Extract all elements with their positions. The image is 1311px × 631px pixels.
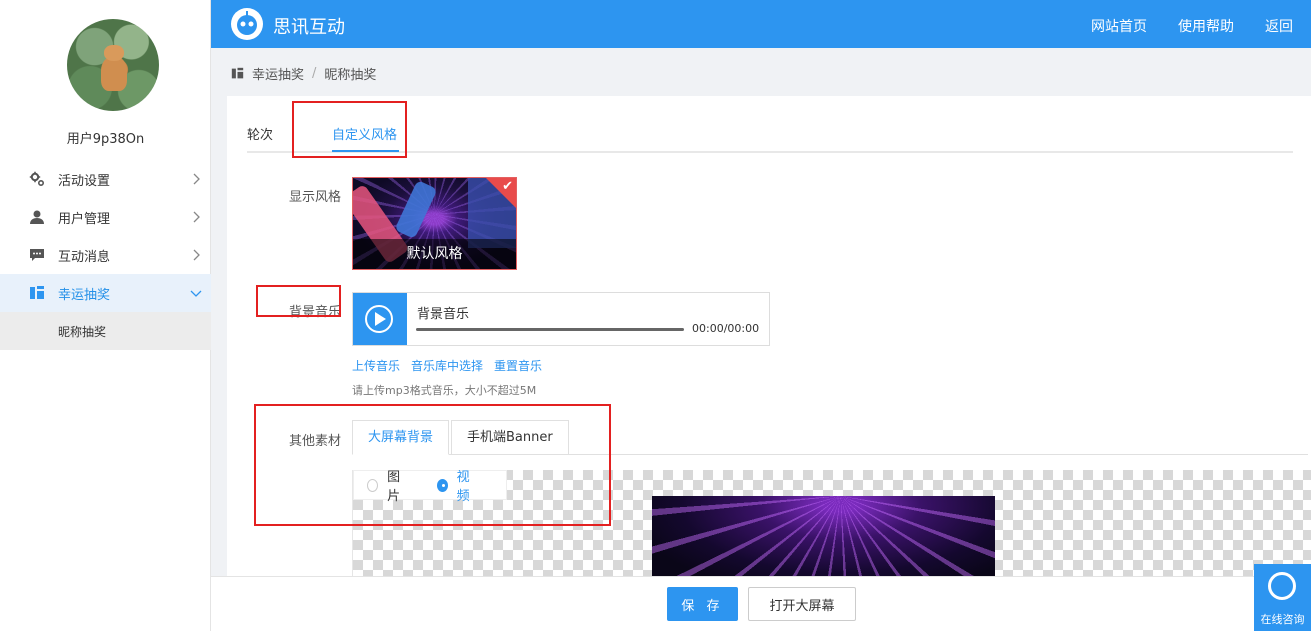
footer-bar: 保 存 打开大屏幕 <box>211 576 1311 631</box>
sidebar-item-label: 用户管理 <box>58 211 111 227</box>
sidebar-item-label: 活动设置 <box>58 173 111 189</box>
radio-unchecked-icon <box>367 478 379 492</box>
breadcrumb-parent[interactable]: 幸运抽奖 <box>252 64 304 83</box>
sidebar-item-activity-settings[interactable]: 活动设置 <box>0 160 211 198</box>
sidebar-item-user-management[interactable]: 用户管理 <box>0 198 211 236</box>
style-caption: 默认风格 <box>353 239 516 269</box>
chevron-right-icon <box>193 249 200 261</box>
play-button[interactable] <box>353 293 407 345</box>
radio-checked-icon <box>436 478 448 492</box>
lottery-icon <box>231 67 244 79</box>
brand-name: 思讯互动 <box>273 17 345 38</box>
music-hint: 请上传mp3格式音乐，大小不超过5M <box>352 384 537 397</box>
message-icon <box>28 246 46 264</box>
chevron-down-icon <box>190 290 202 297</box>
username: 用户9p38On <box>66 132 145 147</box>
breadcrumb: 幸运抽奖 / 昵称抽奖 <box>231 64 376 83</box>
open-big-screen-button[interactable]: 打开大屏幕 <box>748 587 856 621</box>
audio-player: 背景音乐 00:00/00:00 <box>352 292 770 346</box>
chevron-right-icon <box>193 211 200 223</box>
headset-icon <box>1268 572 1296 600</box>
content-card: 轮次 自定义风格 显示风格 ✔ 默认风格 背景音乐 背景音乐 00:00/00:… <box>227 96 1311 580</box>
tab-bar: 轮次 自定义风格 <box>247 96 1293 153</box>
nav-help-link[interactable]: 使用帮助 <box>1178 16 1234 36</box>
tab-rounds[interactable]: 轮次 <box>247 124 273 143</box>
sidebar-item-label: 互动消息 <box>58 249 111 265</box>
save-button[interactable]: 保 存 <box>667 587 738 621</box>
header-nav: 网站首页 使用帮助 返回 <box>1091 16 1293 36</box>
gear-icon <box>28 170 46 188</box>
music-actions: 上传音乐 音乐库中选择 重置音乐 <box>352 357 542 374</box>
music-time: 00:00/00:00 <box>692 322 760 335</box>
avatar[interactable] <box>67 19 159 111</box>
sidebar-menu: 活动设置 用户管理 互动消息 幸运抽奖 昵称抽奖 <box>0 160 211 350</box>
video-preview[interactable] <box>652 496 995 580</box>
user-icon <box>28 208 46 226</box>
chevron-right-icon <box>193 173 200 185</box>
radio-label: 视频 <box>456 470 470 504</box>
reset-music-link[interactable]: 重置音乐 <box>494 357 542 374</box>
music-title: 背景音乐 <box>417 307 470 322</box>
sidebar-item-label: 幸运抽奖 <box>58 287 111 303</box>
tab-mobile-banner[interactable]: 手机端Banner <box>451 420 569 455</box>
sidebar: 用户9p38On 活动设置 用户管理 互动消息 幸运抽奖 昵称抽奖 <box>0 0 211 631</box>
top-header: 思讯互动 网站首页 使用帮助 返回 <box>211 0 1311 48</box>
lottery-icon <box>28 284 46 302</box>
media-type-selector: 图片 视频 <box>353 470 507 504</box>
sidebar-item-lucky-draw[interactable]: 幸运抽奖 <box>0 274 211 312</box>
materials-label: 其他素材 <box>288 434 341 449</box>
breadcrumb-separator: / <box>312 66 317 81</box>
style-label: 显示风格 <box>288 190 341 205</box>
tab-active-indicator <box>332 150 399 152</box>
progress-bar[interactable] <box>416 328 684 331</box>
music-label: 背景音乐 <box>288 305 341 320</box>
sidebar-item-messages[interactable]: 互动消息 <box>0 236 211 274</box>
radio-image[interactable]: 图片 <box>367 470 409 504</box>
material-tabs: 大屏幕背景 手机端Banner <box>352 420 1308 455</box>
nav-back-link[interactable]: 返回 <box>1265 16 1293 36</box>
upload-music-link[interactable]: 上传音乐 <box>352 357 400 374</box>
breadcrumb-current: 昵称抽奖 <box>324 68 377 83</box>
music-library-link[interactable]: 音乐库中选择 <box>411 357 483 374</box>
background-preview: 图片 视频 <box>352 470 1311 580</box>
online-consult-button[interactable]: 在线咨询 <box>1254 564 1311 631</box>
style-option-default[interactable]: ✔ 默认风格 <box>352 177 517 270</box>
play-icon <box>375 312 386 326</box>
logo-icon <box>231 8 263 40</box>
radio-label: 图片 <box>387 470 401 504</box>
tab-custom-style[interactable]: 自定义风格 <box>332 124 397 143</box>
consult-label: 在线咨询 <box>1260 613 1305 626</box>
sidebar-subitem-nickname-draw[interactable]: 昵称抽奖 <box>0 312 211 350</box>
check-icon: ✔ <box>502 179 513 194</box>
nav-home-link[interactable]: 网站首页 <box>1091 16 1147 36</box>
radio-video[interactable]: 视频 <box>436 470 479 504</box>
tab-big-screen-background[interactable]: 大屏幕背景 <box>352 420 450 455</box>
sidebar-subitem-label: 昵称抽奖 <box>58 324 107 339</box>
